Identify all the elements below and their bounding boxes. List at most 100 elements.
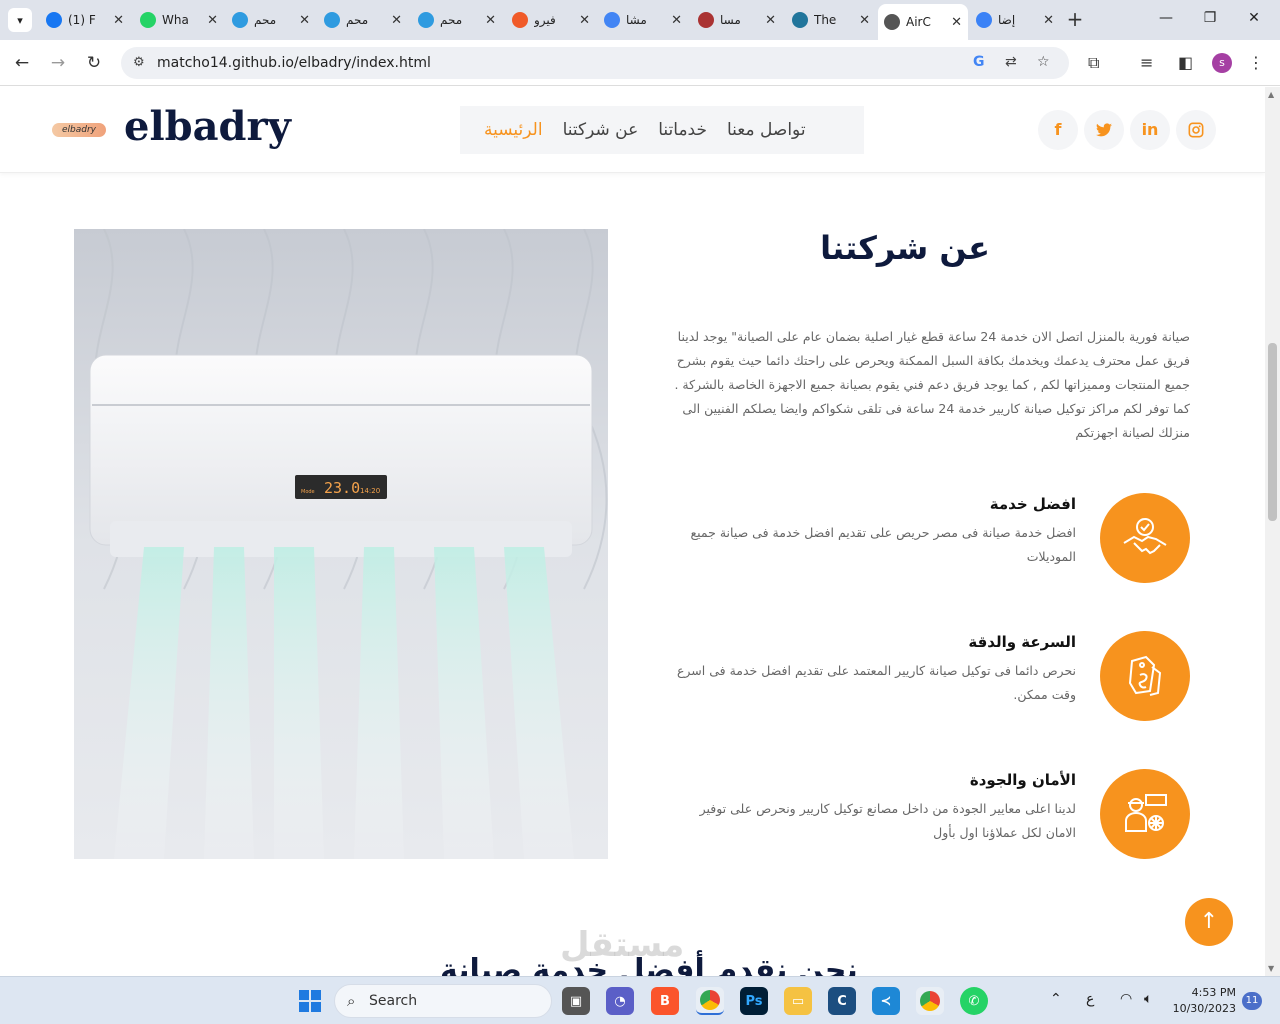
browser-tab[interactable]: محم ✕ — [318, 6, 408, 34]
profile-avatar[interactable]: s — [1212, 53, 1232, 73]
photoshop-icon[interactable]: Ps — [740, 987, 768, 1015]
doc-icon — [698, 12, 714, 28]
close-tab-icon[interactable]: ✕ — [579, 13, 590, 28]
start-button[interactable] — [296, 987, 324, 1015]
extensions-icon[interactable]: ⧉ — [1088, 53, 1099, 73]
wifi-icon[interactable]: ◠ — [1120, 991, 1132, 1007]
notification-badge[interactable]: 11 — [1242, 992, 1262, 1010]
close-tab-icon[interactable]: ✕ — [671, 13, 682, 28]
restore-button[interactable]: ❐ — [1200, 10, 1220, 26]
main-nav: الرئيسية عن شركتنا خدماتنا تواصل معنا — [460, 106, 864, 154]
feature-best-service: افضل خدمة افضل خدمة صيانة فى مصر حريص عل… — [646, 493, 1190, 583]
close-tab-icon[interactable]: ✕ — [1043, 13, 1054, 28]
bookmark-star-icon[interactable]: ☆ — [1037, 54, 1050, 70]
tab-title: (1) F — [68, 13, 96, 27]
clock[interactable]: 4:53 PM 10/30/2023 — [1172, 985, 1236, 1017]
facebook-icon — [46, 12, 62, 28]
feature-description: نحرص دائما فى توكيل صيانة كاريير المعتمد… — [676, 663, 1076, 702]
browser-tab[interactable]: The ✕ — [786, 6, 876, 34]
logo-text[interactable]: elbadry — [124, 103, 291, 150]
web-page: elbadry elbadry الرئيسية عن شركتنا خدمات… — [0, 87, 1265, 976]
translate-icon[interactable]: ⇄ — [1005, 54, 1017, 70]
scroll-up-arrow-icon[interactable]: ▲ — [1268, 90, 1274, 99]
tab-title: AirC — [906, 15, 931, 29]
nav-home[interactable]: الرئيسية — [484, 120, 543, 140]
cart-icon — [232, 12, 248, 28]
nav-services[interactable]: خدماتنا — [658, 120, 707, 140]
taskbar-search[interactable]: ⌕ Search — [334, 984, 552, 1018]
minimize-button[interactable]: — — [1156, 10, 1176, 26]
close-tab-icon[interactable]: ✕ — [207, 13, 218, 28]
chrome-alt-icon[interactable] — [916, 987, 944, 1015]
chrome-icon[interactable] — [696, 987, 724, 1015]
tab-title: محم — [254, 13, 277, 27]
scroll-down-arrow-icon[interactable]: ▼ — [1268, 964, 1274, 973]
address-bar[interactable]: ⚙ matcho14.github.io/elbadry/index.html … — [121, 47, 1069, 79]
close-tab-icon[interactable]: ✕ — [391, 13, 402, 28]
forward-button[interactable]: → — [48, 53, 68, 73]
whatsapp-app-icon[interactable]: ✆ — [960, 987, 988, 1015]
file-explorer-icon[interactable]: ▭ — [784, 987, 812, 1015]
feature-title: افضل خدمة — [989, 495, 1076, 513]
close-window-button[interactable]: ✕ — [1244, 10, 1264, 26]
tab-search-button[interactable]: ▾ — [8, 8, 32, 32]
close-tab-icon[interactable]: ✕ — [113, 13, 124, 28]
feature-safety-quality: الأمان والجودة لدينا اعلى معايير الجودة … — [646, 769, 1190, 859]
browser-tab[interactable]: مسا ✕ — [692, 6, 782, 34]
browser-tab[interactable]: Wha ✕ — [134, 6, 224, 34]
facebook-icon[interactable]: f — [1038, 110, 1078, 150]
scrollbar-thumb[interactable] — [1268, 343, 1277, 521]
linkedin-icon[interactable]: in — [1130, 110, 1170, 150]
more-menu-icon[interactable]: ⋮ — [1248, 53, 1264, 72]
tab-strip: ▾ (1) F ✕ Wha ✕ محم ✕ محم ✕ محم ✕ فيرو ✕ مشا ✕ مسا ✕ The… — [0, 0, 1280, 40]
site-header: elbadry elbadry الرئيسية عن شركتنا خدمات… — [0, 87, 1265, 173]
app-c-icon[interactable]: C — [828, 987, 856, 1015]
google-icon — [604, 12, 620, 28]
browser-tab[interactable]: إضا ✕ — [970, 6, 1060, 34]
close-tab-icon[interactable]: ✕ — [765, 13, 776, 28]
volume-icon[interactable]: 🔈︎ — [1144, 991, 1152, 1007]
whatsapp-icon — [140, 12, 156, 28]
close-tab-icon[interactable]: ✕ — [485, 13, 496, 28]
task-view-icon[interactable]: ▣ — [562, 987, 590, 1015]
close-tab-icon[interactable]: ✕ — [299, 13, 310, 28]
close-tab-icon[interactable]: ✕ — [951, 15, 962, 30]
twitter-icon[interactable] — [1084, 110, 1124, 150]
language-indicator[interactable]: ع — [1086, 991, 1094, 1007]
google-lens-icon[interactable]: G — [973, 54, 985, 70]
browser-tab[interactable]: (1) F ✕ — [40, 6, 130, 34]
nav-contact[interactable]: تواصل معنا — [727, 120, 806, 140]
price-tag-icon — [1100, 631, 1190, 721]
browser-tab[interactable]: محم ✕ — [412, 6, 502, 34]
handshake-icon — [1100, 493, 1190, 583]
side-panel-icon[interactable]: ◧ — [1178, 53, 1193, 72]
clock-time: 4:53 PM — [1191, 986, 1236, 999]
back-button[interactable]: ← — [12, 53, 32, 73]
browser-tab[interactable]: مشا ✕ — [598, 6, 688, 34]
logo-image[interactable]: elbadry — [52, 123, 106, 137]
tab-title: إضا — [998, 13, 1016, 27]
brave-icon[interactable]: B — [651, 987, 679, 1015]
browser-tab[interactable]: محم ✕ — [226, 6, 316, 34]
scroll-to-top-button[interactable]: ↑ — [1185, 898, 1233, 946]
chat-icon[interactable]: ◔ — [606, 987, 634, 1015]
tab-title: مشا — [626, 13, 647, 27]
new-tab-button[interactable]: + — [1064, 8, 1086, 30]
show-hidden-icons[interactable]: ⌃ — [1050, 991, 1062, 1007]
browser-tab[interactable]: فيرو ✕ — [506, 6, 596, 34]
media-control-icon[interactable]: ≡ — [1140, 53, 1153, 72]
instagram-icon[interactable] — [1176, 110, 1216, 150]
reload-button[interactable]: ↻ — [84, 53, 104, 73]
page-scrollbar[interactable]: ▲ ▼ — [1265, 87, 1280, 976]
nav-about[interactable]: عن شركتنا — [563, 120, 639, 140]
tab-title: Wha — [162, 13, 189, 27]
vscode-icon[interactable]: ≺ — [872, 987, 900, 1015]
browser-tab[interactable]: AirC ✕ — [878, 4, 968, 40]
site-info-icon[interactable]: ⚙ — [133, 55, 145, 70]
cart-icon — [324, 12, 340, 28]
tab-title: محم — [440, 13, 463, 27]
search-placeholder: Search — [369, 993, 418, 1009]
air-conditioner-image: 23.0 14:20 Mode — [74, 229, 608, 859]
wordpress-icon — [792, 12, 808, 28]
close-tab-icon[interactable]: ✕ — [859, 13, 870, 28]
